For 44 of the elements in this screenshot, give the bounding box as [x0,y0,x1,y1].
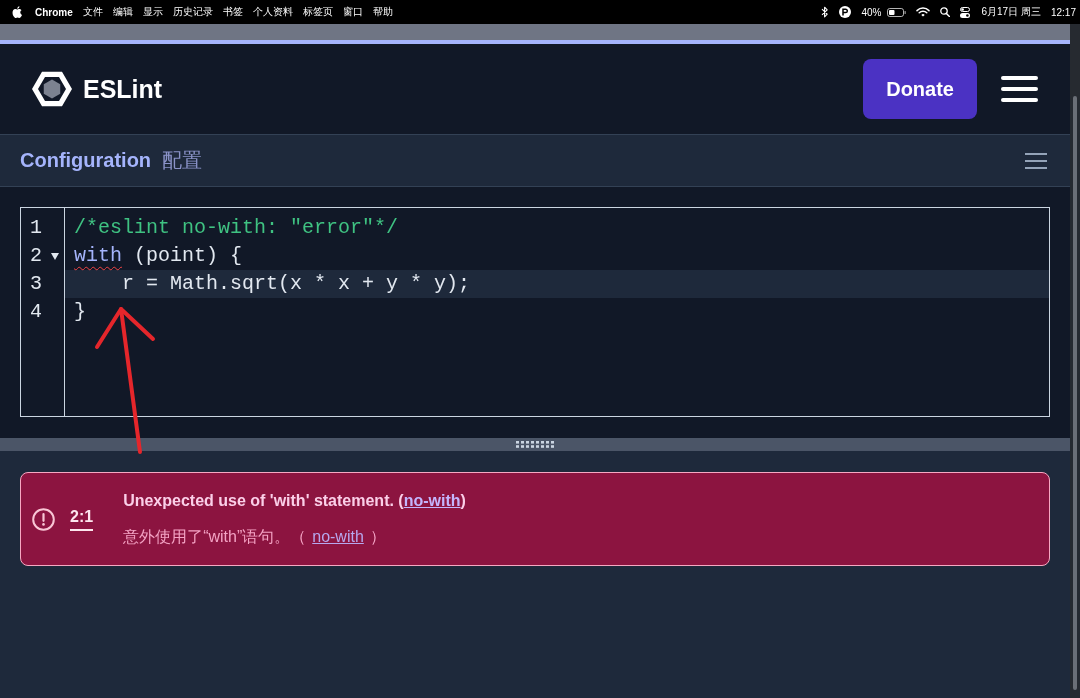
code-editor[interactable]: 1 2 3 4 /*eslint no-with: "error"*/ with (point) { r = Math.sqrt(x * x + y * y); } [20,207,1050,417]
line-number: 1 [30,216,42,240]
code-line: } [73,299,87,325]
search-icon[interactable] [939,7,950,17]
line-number: 4 [30,300,42,324]
hexagon-logo-icon[interactable] [32,69,72,109]
scrollbar[interactable] [1070,24,1080,698]
menu-item[interactable]: 文件 [82,5,103,19]
rule-link[interactable]: no-with [403,492,461,509]
menu-item[interactable]: 编辑 [112,5,133,19]
alert-circle-icon [32,507,55,531]
status-disc-icon[interactable] [839,6,852,18]
donate-button[interactable]: Donate [863,59,977,119]
menu-item[interactable]: 窗口 [342,5,363,19]
battery-percent: 40% [861,6,882,18]
line-number: 2 [30,244,42,268]
position-link[interactable]: 2:1 [70,507,94,531]
menu-item[interactable]: 个人资料 [252,5,293,19]
menu-icon[interactable] [1025,152,1047,169]
app-menu[interactable]: Chrome [35,6,73,18]
control-center-icon[interactable] [959,6,970,18]
bluetooth-icon[interactable] [821,6,830,18]
rule-link[interactable]: no-with [312,528,364,545]
menu-item[interactable]: 标签页 [302,5,333,19]
menu-item[interactable]: 帮助 [372,5,393,19]
menu-item[interactable]: 显示 [142,5,163,19]
logo-text[interactable]: ESLint [83,74,163,104]
menu-bar-date[interactable]: 6月17日 周三 [981,5,1041,19]
fold-triangle-icon[interactable] [51,252,59,260]
error-message: Unexpected use of 'with' statement. (no-with) [123,491,466,511]
code-line: /*eslint no-with: "error"*/ [73,215,400,241]
wifi-icon[interactable] [915,7,930,17]
menu-item[interactable]: 历史记录 [172,5,213,19]
menu-bar-time[interactable]: 12:17 [1050,6,1076,18]
menu-item[interactable]: 书签 [222,5,243,19]
apple-icon[interactable] [12,6,22,18]
section-title: Configuration [20,149,152,172]
battery-icon[interactable] [886,7,906,17]
menu-icon[interactable] [1001,76,1038,102]
section-title-translation: 配置 [162,148,203,173]
error-message-translation: 意外使用了“with”语句。（ no-with ） [123,527,387,547]
grip-dots-icon[interactable] [516,441,554,448]
line-number: 3 [30,272,42,296]
code-line: with (point) { [73,243,244,269]
